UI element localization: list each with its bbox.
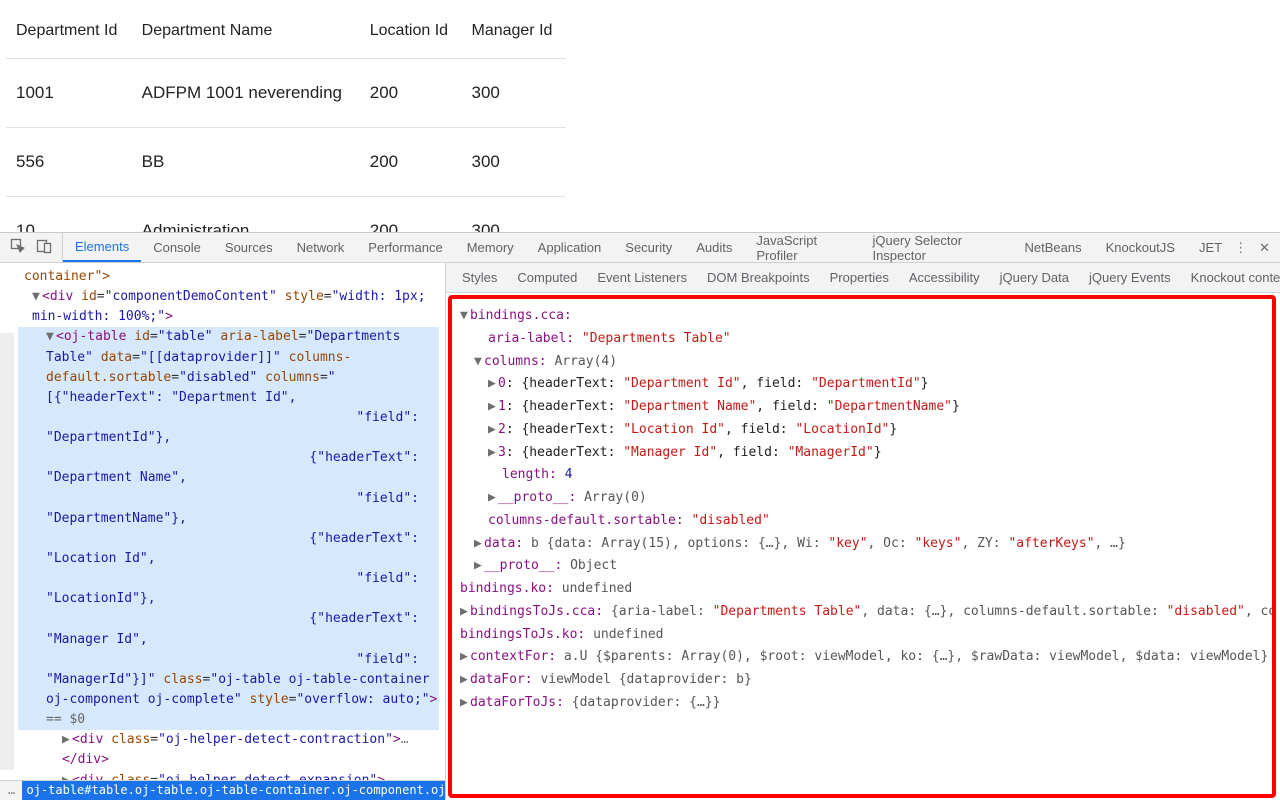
tab-security[interactable]: Security: [613, 233, 684, 262]
side-tab-knockout-context[interactable]: Knockout context: [1181, 263, 1280, 292]
side-tab-dom-breakpoints[interactable]: DOM Breakpoints: [697, 263, 820, 292]
breadcrumb-selected[interactable]: oj-table#table.oj-table.oj-table-contain…: [22, 780, 445, 800]
col-loc-id[interactable]: Location Id: [360, 0, 462, 59]
dom-line[interactable]: container">: [24, 269, 110, 284]
side-tab-accessibility[interactable]: Accessibility: [899, 263, 990, 292]
dom-line[interactable]: "Location Id",: [18, 549, 439, 569]
cell[interactable]: BB: [132, 128, 360, 197]
dom-line[interactable]: {"headerText":: [18, 609, 439, 629]
cell[interactable]: 200: [360, 197, 462, 233]
dom-line[interactable]: "field":: [18, 408, 439, 428]
tab-elements[interactable]: Elements: [63, 233, 141, 262]
col-dept-name[interactable]: Department Name: [132, 0, 360, 59]
side-tab-jquery-events[interactable]: jQuery Events: [1079, 263, 1181, 292]
tab-console[interactable]: Console: [141, 233, 213, 262]
elements-breadcrumb[interactable]: … oj-table#table.oj-table.oj-table-conta…: [0, 780, 445, 800]
side-tab-jquery-data[interactable]: jQuery Data: [990, 263, 1079, 292]
cell[interactable]: ADFPM 1001 neverending: [132, 59, 360, 128]
side-tab-properties[interactable]: Properties: [820, 263, 899, 292]
col-dept-id[interactable]: Department Id: [6, 0, 132, 59]
devtools-toolbar: Elements Console Sources Network Perform…: [0, 233, 1280, 263]
dom-line[interactable]: "ManagerId"}]" class="oj-table oj-table-…: [18, 670, 439, 730]
cell[interactable]: 556: [6, 128, 132, 197]
tab-audits[interactable]: Audits: [684, 233, 744, 262]
app-content: Department Id Department Name Location I…: [0, 0, 1280, 232]
cell[interactable]: 300: [461, 59, 566, 128]
tab-sources[interactable]: Sources: [213, 233, 285, 262]
cell[interactable]: 300: [461, 128, 566, 197]
elements-panel[interactable]: container"> ▼<div id="componentDemoConte…: [0, 263, 446, 800]
cell[interactable]: Administration: [132, 197, 360, 233]
dom-line[interactable]: "field":: [18, 650, 439, 670]
breadcrumb-ellipsis[interactable]: …: [8, 781, 15, 800]
tab-application[interactable]: Application: [526, 233, 614, 262]
tab-netbeans[interactable]: NetBeans: [1013, 233, 1094, 262]
side-panel-tabs: Styles Computed Event Listeners DOM Brea…: [446, 263, 1280, 293]
dom-line[interactable]: "DepartmentId"},: [18, 428, 439, 448]
close-icon[interactable]: ✕: [1259, 240, 1270, 256]
cell[interactable]: 200: [360, 128, 462, 197]
departments-table[interactable]: Department Id Department Name Location I…: [6, 0, 566, 232]
dom-line[interactable]: {"headerText":: [18, 448, 439, 468]
cell[interactable]: 1001: [6, 59, 132, 128]
dom-line[interactable]: ▼<div id="componentDemoContent" style="w…: [18, 287, 439, 327]
table-row[interactable]: 1001 ADFPM 1001 neverending 200 300: [6, 59, 566, 128]
cell[interactable]: 200: [360, 59, 462, 128]
dom-line[interactable]: "field":: [18, 569, 439, 589]
side-tab-computed[interactable]: Computed: [507, 263, 587, 292]
cell[interactable]: 300: [461, 197, 566, 233]
dom-line-selected[interactable]: ▼<oj-table id="table" aria-label="Depart…: [18, 327, 439, 408]
devtools: Elements Console Sources Network Perform…: [0, 232, 1280, 800]
col-mgr-id[interactable]: Manager Id: [461, 0, 566, 59]
cell[interactable]: 10: [6, 197, 132, 233]
dom-line[interactable]: "Manager Id",: [18, 630, 439, 650]
dom-line[interactable]: "Department Name",: [18, 468, 439, 488]
side-tab-styles[interactable]: Styles: [452, 263, 507, 292]
jet-panel[interactable]: ▼bindings.cca: aria-label: "Departments …: [448, 295, 1276, 798]
dom-line[interactable]: "LocationId"},: [18, 589, 439, 609]
device-icon[interactable]: [36, 238, 52, 257]
tab-memory[interactable]: Memory: [455, 233, 526, 262]
inspect-icon[interactable]: [10, 238, 26, 257]
table-row[interactable]: 10 Administration 200 300: [6, 197, 566, 233]
side-panel: Styles Computed Event Listeners DOM Brea…: [446, 263, 1280, 800]
dom-line[interactable]: "field":: [18, 489, 439, 509]
side-tab-event-listeners[interactable]: Event Listeners: [587, 263, 697, 292]
table-header-row: Department Id Department Name Location I…: [6, 0, 566, 59]
tab-jet[interactable]: JET: [1187, 233, 1234, 262]
dom-line[interactable]: {"headerText":: [18, 529, 439, 549]
tab-network[interactable]: Network: [285, 233, 357, 262]
tab-performance[interactable]: Performance: [356, 233, 454, 262]
devtools-tabs: Elements Console Sources Network Perform…: [63, 233, 1234, 262]
kebab-icon[interactable]: ⋮: [1234, 240, 1247, 256]
tab-knockoutjs[interactable]: KnockoutJS: [1094, 233, 1187, 262]
dom-line[interactable]: "DepartmentName"},: [18, 509, 439, 529]
tab-js-profiler[interactable]: JavaScript Profiler: [744, 233, 860, 262]
dom-line[interactable]: ▶<div class="oj-helper-detect-contractio…: [18, 730, 439, 770]
table-row[interactable]: 556 BB 200 300: [6, 128, 566, 197]
tab-jquery-inspector[interactable]: jQuery Selector Inspector: [860, 233, 1012, 262]
